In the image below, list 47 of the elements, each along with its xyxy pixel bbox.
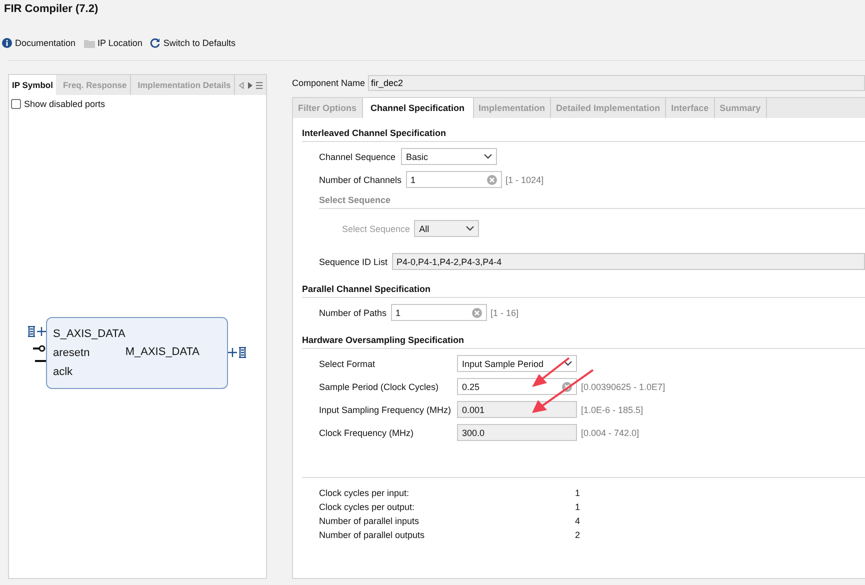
port-label: aresetn bbox=[53, 346, 91, 360]
readonly-field: 300.0 bbox=[457, 424, 577, 441]
summary-value: 1 bbox=[575, 502, 580, 512]
window-title: FIR Compiler (7.2) bbox=[4, 3, 98, 15]
toolbar-link[interactable]: IP Location bbox=[98, 38, 142, 48]
field-label: Sample Period (Clock Cycles) bbox=[319, 382, 440, 392]
field-label: Select Sequence bbox=[342, 224, 410, 234]
field-label: Select Format bbox=[319, 358, 376, 368]
input-field[interactable]: 1 bbox=[406, 171, 502, 188]
field-label: Component Name bbox=[292, 78, 366, 88]
dropdown[interactable]: Input Sample Period bbox=[457, 355, 577, 372]
section-heading: Interleaved Channel Specification bbox=[302, 128, 865, 142]
field-label: Number of Paths bbox=[319, 308, 387, 318]
port-label: aclk bbox=[53, 365, 74, 379]
field-label: Clock Frequency (MHz) bbox=[319, 428, 415, 438]
summary-label: Number of parallel inputs bbox=[319, 516, 420, 526]
field-label: Number of Channels bbox=[319, 174, 402, 184]
field-label: Channel Sequence bbox=[319, 152, 397, 162]
section-heading: Parallel Channel Specification bbox=[302, 284, 865, 298]
readonly-field: 0.001 bbox=[457, 401, 577, 418]
subsection-heading: Select Sequence bbox=[319, 195, 865, 209]
port-label: S_AXIS_DATA bbox=[53, 327, 126, 341]
dropdown[interactable]: Basic bbox=[401, 148, 497, 165]
summary-value: 4 bbox=[575, 516, 580, 526]
port-label: M_AXIS_DATA bbox=[125, 345, 201, 359]
range-hint: [1 - 1024] bbox=[506, 174, 544, 184]
input-field[interactable]: 1 bbox=[390, 304, 487, 321]
readonly-field: P4-0,P4-1,P4-2,P4-3,P4-4 bbox=[392, 253, 865, 270]
toolbar-link[interactable]: Switch to Defaults bbox=[163, 38, 236, 48]
range-hint: [1 - 16] bbox=[490, 308, 519, 318]
toolbar-link[interactable]: Documentation bbox=[15, 38, 76, 48]
range-hint: [0.004 - 742.0] bbox=[581, 428, 640, 438]
range-hint: [0.00390625 - 1.0E7] bbox=[581, 382, 666, 392]
summary-label: Number of parallel outputs bbox=[319, 530, 426, 540]
input-field[interactable]: 0.25 bbox=[457, 378, 577, 395]
field-label: Sequence ID List bbox=[319, 256, 388, 266]
checkbox-label: Show disabled ports bbox=[24, 99, 106, 109]
summary-value: 2 bbox=[575, 530, 580, 540]
panel-tab[interactable]: IP Symbol bbox=[9, 75, 56, 95]
range-hint: [1.0E-6 - 185.5] bbox=[581, 404, 644, 414]
section-heading: Hardware Oversampling Specification bbox=[302, 335, 865, 349]
component-name-field[interactable]: fir_dec2 bbox=[368, 75, 865, 91]
summary-label: Clock cycles per output: bbox=[319, 502, 416, 512]
summary-value: 1 bbox=[575, 488, 580, 498]
tab[interactable]: Channel Specification bbox=[362, 98, 474, 118]
summary-label: Clock cycles per input: bbox=[319, 488, 410, 498]
field-label: Input Sampling Frequency (MHz) bbox=[319, 404, 452, 414]
